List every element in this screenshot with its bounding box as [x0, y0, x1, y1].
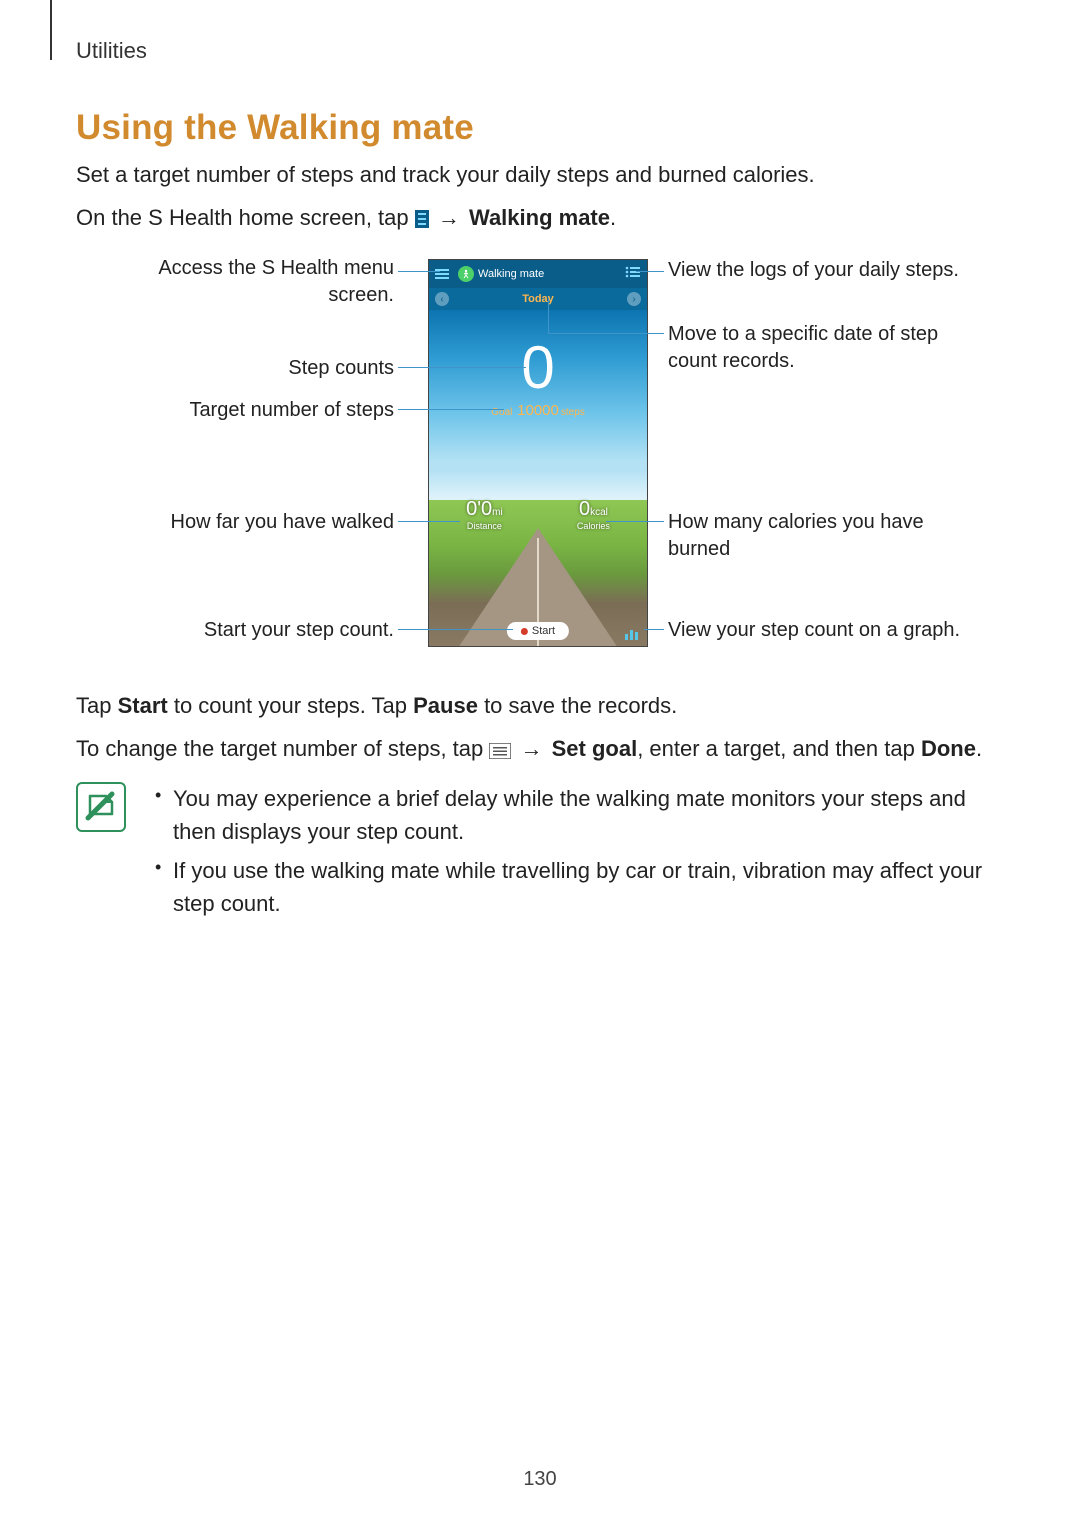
note-block: You may experience a brief delay while t…	[76, 782, 1004, 926]
start-button[interactable]: Start	[507, 622, 569, 640]
callout-step-counts: Step counts	[214, 355, 394, 382]
leader-distance	[398, 521, 460, 522]
intro-text: Set a target number of steps and track y…	[76, 158, 1004, 191]
note-icon	[76, 782, 126, 832]
city-silhouette	[429, 470, 647, 500]
walker-icon	[458, 266, 474, 282]
start-label: Start	[532, 625, 555, 637]
calories-label: Calories	[577, 521, 610, 531]
menu-icon	[415, 204, 429, 237]
step-count: 0	[429, 310, 647, 398]
distance-label: Distance	[466, 521, 503, 531]
arrow: →	[435, 201, 463, 234]
vleader-move-date	[548, 299, 549, 333]
callout-move-date: Move to a specific date of step count re…	[668, 321, 988, 375]
instruction-target: Walking mate	[469, 205, 610, 230]
leader-target	[398, 409, 504, 410]
record-dot-icon	[521, 628, 528, 635]
callout-target-steps: Target number of steps	[134, 397, 394, 424]
instruction-pre: On the S Health home screen, tap	[76, 205, 415, 230]
section-header: Utilities	[76, 38, 147, 64]
list-icon[interactable]	[625, 266, 641, 281]
callout-logs: View the logs of your daily steps.	[668, 257, 1008, 284]
callout-menu: Access the S Health menu screen.	[94, 255, 394, 309]
options-icon	[489, 735, 511, 768]
leader-start	[398, 629, 513, 630]
note-list: You may experience a brief delay while t…	[151, 782, 1004, 926]
note-item: If you use the walking mate while travel…	[151, 854, 1004, 920]
phone-stats: 0'0mi Distance 0kcal Calories	[429, 498, 647, 531]
note-item: You may experience a brief delay while t…	[151, 782, 1004, 848]
leader-menu	[398, 271, 440, 272]
phone-app-title: Walking mate	[478, 268, 544, 280]
leader-calories	[606, 521, 664, 522]
graph-icon[interactable]	[625, 628, 641, 640]
calories-value: 0kcal	[577, 498, 610, 521]
after-text-2: To change the target number of steps, ta…	[76, 732, 1004, 768]
phone-topbar: Walking mate	[429, 260, 647, 288]
leader-step-counts	[398, 367, 526, 368]
next-date-button[interactable]: ›	[627, 292, 641, 306]
leader-logs	[636, 271, 664, 272]
page-title: Using the Walking mate	[76, 0, 1004, 148]
leader-graph	[644, 629, 664, 630]
phone-sky: 0 Goal 10000steps	[429, 310, 647, 500]
instruction-post: .	[610, 205, 616, 230]
calories-stat: 0kcal Calories	[577, 498, 610, 531]
figure: Walking mate ‹ Today › 0 Goal 10	[76, 259, 1004, 679]
instruction-text: On the S Health home screen, tap → Walki…	[76, 201, 1004, 237]
after-text-1: Tap Start to count your steps. Tap Pause…	[76, 689, 1004, 722]
callout-calories: How many calories you have burned	[668, 509, 988, 563]
callout-distance: How far you have walked	[114, 509, 394, 536]
phone-datebar: ‹ Today ›	[429, 288, 647, 310]
goal-suffix: steps	[561, 407, 585, 418]
page-number: 130	[0, 1468, 1080, 1491]
callout-graph: View your step count on a graph.	[668, 617, 1008, 644]
prev-date-button[interactable]: ‹	[435, 292, 449, 306]
phone-ground: 0'0mi Distance 0kcal Calories Start	[429, 500, 647, 647]
date-label[interactable]: Today	[522, 293, 554, 305]
phone-screenshot: Walking mate ‹ Today › 0 Goal 10	[428, 259, 648, 647]
distance-stat: 0'0mi Distance	[466, 498, 503, 531]
leader-move-date	[548, 333, 664, 334]
distance-value: 0'0mi	[466, 498, 503, 521]
callout-start: Start your step count.	[114, 617, 394, 644]
goal-value: 10000	[515, 402, 561, 419]
side-rule	[50, 0, 52, 60]
